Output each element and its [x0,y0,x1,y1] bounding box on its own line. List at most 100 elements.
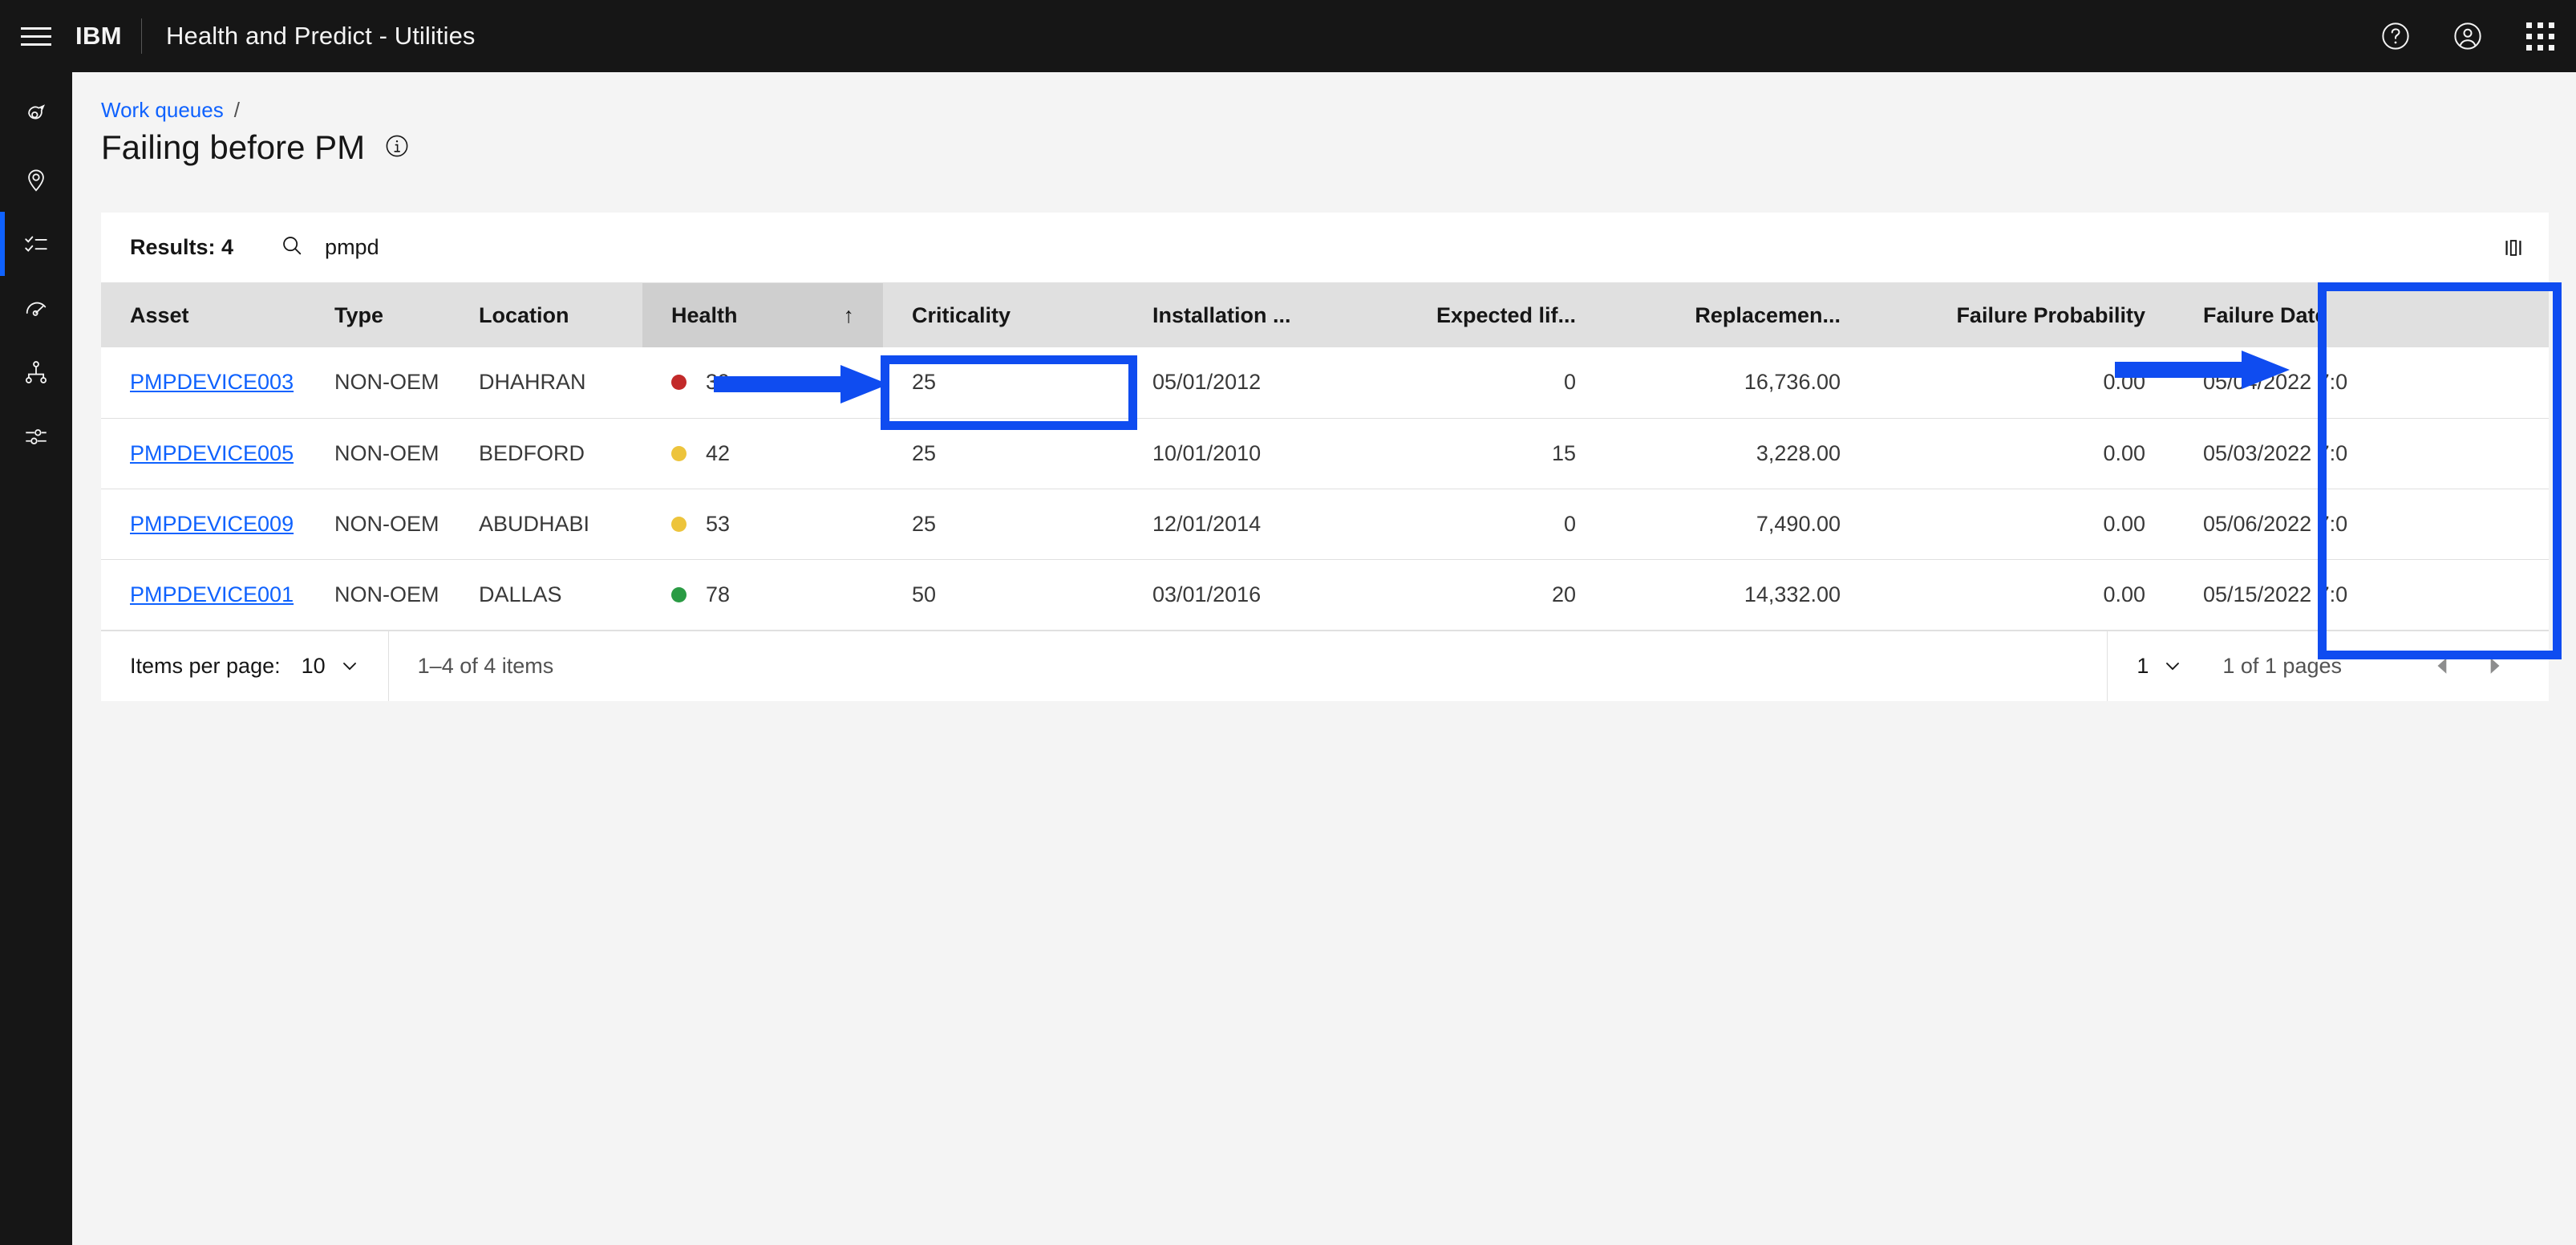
health-value: 39 [706,370,731,395]
asset-link[interactable]: PMPDEVICE005 [130,441,294,465]
table-row[interactable]: PMPDEVICE005 NON-OEM BEDFORD 42 25 10/01… [101,418,2549,489]
hierarchy-tree-icon [22,359,50,386]
column-header-criticality[interactable]: Criticality [883,283,1124,347]
cell-expected-life: 0 [1364,347,1605,419]
table-row[interactable]: PMPDEVICE001 NON-OEM DALLAS 78 50 03/01/… [101,559,2549,631]
column-header-failure-date[interactable]: Failure Date [2174,283,2549,347]
column-header-type[interactable]: Type [306,283,450,347]
column-layout-icon[interactable] [2478,213,2549,283]
items-per-page-label: Items per page: [130,653,281,678]
cell-criticality: 25 [883,347,1124,419]
caret-left-icon[interactable] [2417,631,2469,701]
search-icon[interactable] [280,233,304,262]
health-status-dot [671,516,687,532]
cell-installation: 10/01/2010 [1124,418,1364,489]
asset-link[interactable]: PMPDEVICE009 [130,512,294,536]
cell-failure-probability: 0.00 [1869,489,2174,560]
sidebar-item-health-meter[interactable] [0,276,72,340]
cell-expected-life: 20 [1364,559,1605,631]
cell-location: ABUDHABI [450,489,642,560]
brand-label: IBM [75,22,123,50]
search-input[interactable] [325,235,662,260]
sidebar-item-settings[interactable] [0,404,72,468]
cell-location: DALLAS [450,559,642,631]
cell-type: NON-OEM [306,559,450,631]
help-icon[interactable] [2359,0,2432,72]
column-header-failure-probability-label: Failure Probability [1956,302,2145,327]
chevron-down-icon [342,663,356,671]
sidebar-item-work-queues[interactable] [0,212,72,276]
sort-ascending-icon: ↑ [843,302,855,327]
table-row[interactable]: PMPDEVICE009 NON-OEM ABUDHABI 53 25 12/0… [101,489,2549,560]
column-header-replacement[interactable]: Replacemen... [1605,283,1869,347]
sidebar-item-assets[interactable] [0,83,72,148]
column-header-location-label: Location [479,302,569,327]
column-header-installation-label: Installation ... [1152,302,1291,327]
asset-link[interactable]: PMPDEVICE003 [130,370,294,394]
cell-location: DHAHRAN [450,347,642,419]
settings-sliders-icon [22,423,50,450]
cell-replacement: 14,332.00 [1605,559,1869,631]
sidebar-item-locations[interactable] [0,148,72,212]
cell-asset: PMPDEVICE001 [101,559,306,631]
column-header-asset-label: Asset [130,302,189,327]
column-header-installation[interactable]: Installation ... [1124,283,1364,347]
main-content: Work queues / Failing before PM Results:… [72,72,2576,1245]
cell-health: 53 [642,489,883,560]
table-row[interactable]: PMPDEVICE003 NON-OEM DHAHRAN 39 25 05/01… [101,347,2549,419]
user-avatar-icon[interactable] [2432,0,2504,72]
hamburger-menu-icon[interactable] [0,0,72,72]
column-header-health[interactable]: Health ↑ [642,283,883,347]
cell-replacement: 16,736.00 [1605,347,1869,419]
sidebar-item-hierarchy[interactable] [0,340,72,404]
page-number-value: 1 [2137,653,2149,678]
column-header-failure-probability[interactable]: Failure Probability [1869,283,2174,347]
information-icon[interactable] [384,133,410,163]
cell-asset: PMPDEVICE003 [101,347,306,419]
column-header-failure-date-label: Failure Date [2203,302,2327,327]
breadcrumb: Work queues / [101,98,240,123]
column-header-criticality-label: Criticality [912,302,1011,327]
cell-type: NON-OEM [306,347,450,419]
cell-health: 42 [642,418,883,489]
cell-asset: PMPDEVICE009 [101,489,306,560]
cell-health: 39 [642,347,883,419]
location-pin-icon [22,166,50,193]
cell-asset: PMPDEVICE005 [101,418,306,489]
top-header: IBM Health and Predict - Utilities [0,0,2576,72]
column-header-expected-life-label: Expected lif... [1436,302,1576,327]
chevron-down-icon [2166,663,2180,671]
app-switcher-icon[interactable] [2504,0,2576,72]
cell-criticality: 50 [883,559,1124,631]
health-value: 53 [706,511,731,536]
gauge-meter-icon [22,294,50,322]
cell-failure-probability: 0.00 [1869,418,2174,489]
cell-expected-life: 0 [1364,489,1605,560]
items-per-page-select[interactable]: 10 [302,654,359,679]
app-title[interactable]: Health and Predict - Utilities [142,22,476,51]
item-range-label: 1–4 of 4 items [417,653,554,678]
asset-link[interactable]: PMPDEVICE001 [130,582,294,606]
column-header-asset[interactable]: Asset [101,283,306,347]
health-value: 42 [706,440,731,465]
breadcrumb-separator: / [233,98,240,122]
cell-replacement: 3,228.00 [1605,418,1869,489]
cell-failure-date: 05/06/2022 7:0 [2174,489,2549,560]
cell-criticality: 25 [883,418,1124,489]
cell-health: 78 [642,559,883,631]
page-count-label: 1 of 1 pages [2222,653,2342,678]
table-header-row: Asset Type Location Health ↑ Criticality… [101,283,2549,347]
column-header-expected-life[interactable]: Expected lif... [1364,283,1605,347]
caret-right-icon[interactable] [2469,631,2520,701]
page-number-select[interactable]: 1 [2137,654,2182,679]
cell-failure-probability: 0.00 [1869,347,2174,419]
cell-type: NON-OEM [306,489,450,560]
cell-criticality: 25 [883,489,1124,560]
breadcrumb-link-work-queues[interactable]: Work queues [101,98,224,123]
health-status-dot [671,586,687,602]
column-header-location[interactable]: Location [450,283,642,347]
cell-failure-probability: 0.00 [1869,559,2174,631]
health-status-dot [671,445,687,461]
page-title-row: Failing before PM [101,128,410,167]
results-count-label: Results: 4 [130,235,234,259]
